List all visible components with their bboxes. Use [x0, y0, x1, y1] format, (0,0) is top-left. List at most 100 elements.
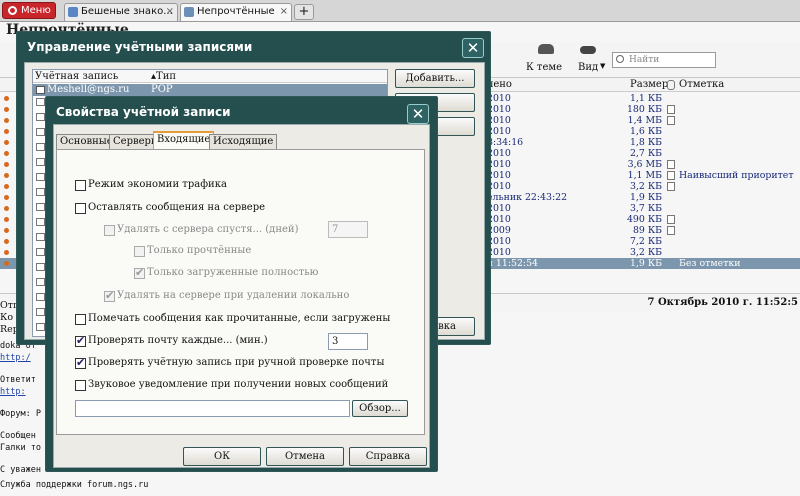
envelope-icon	[36, 248, 45, 256]
delete-after-checkbox[interactable]	[104, 225, 115, 236]
only-full-label: Только загруженные полностью	[147, 267, 319, 278]
attachment-icon	[667, 182, 675, 191]
account-email: Meshell@ngs.ru	[47, 84, 130, 95]
envelope-icon	[36, 218, 45, 226]
attachment-column-icon	[667, 80, 675, 90]
close-icon[interactable]: ✕	[462, 38, 484, 58]
preview-link[interactable]: http:/	[0, 353, 31, 363]
message-size: 1,9 КБ	[629, 192, 662, 203]
add-account-button[interactable]: Добавить...	[395, 69, 475, 88]
leave-on-server-label: Оставлять сообщения на сервере	[88, 202, 266, 213]
message-date: я 11:52:54	[487, 258, 538, 269]
opera-logo-icon	[8, 6, 17, 15]
unread-dot-icon	[4, 173, 9, 178]
preview-line: Ответит	[0, 375, 36, 385]
menu-label: Меню	[21, 5, 51, 16]
check-manual-checkbox[interactable]	[75, 356, 86, 369]
unread-dot-icon	[4, 107, 9, 112]
economy-checkbox[interactable]	[75, 180, 86, 191]
cancel-button[interactable]: Отмена	[266, 447, 344, 466]
envelope-icon	[36, 158, 45, 166]
close-tab-icon[interactable]: ×	[166, 4, 174, 20]
view-button[interactable]: Вид	[578, 62, 598, 73]
message-size: 490 КБ	[626, 214, 662, 225]
message-flag[interactable]: Наивысший приоритет	[679, 170, 794, 181]
envelope-icon	[36, 188, 45, 196]
unread-dot-icon	[4, 206, 9, 211]
attachment-icon	[667, 215, 675, 224]
unread-dot-icon	[4, 162, 9, 167]
thread-button[interactable]: К теме	[526, 62, 562, 73]
ok-button[interactable]: ОК	[183, 447, 261, 466]
leave-on-server-checkbox[interactable]	[75, 203, 86, 214]
page-icon	[68, 7, 78, 17]
envelope-icon	[36, 308, 45, 316]
tab-general[interactable]: Основные	[56, 134, 117, 149]
thread-icon	[538, 44, 554, 54]
tab-crazy-acquaintances[interactable]: Бешеные знако... ×	[64, 3, 178, 21]
size-column-header[interactable]: Размер	[630, 79, 668, 90]
unread-dot-icon	[4, 118, 9, 123]
search-icon	[616, 55, 624, 63]
envelope-icon	[36, 203, 45, 211]
envelope-icon	[36, 278, 45, 286]
check-every-checkbox[interactable]	[75, 334, 86, 347]
message-size: 3,6 МБ	[627, 159, 662, 170]
browse-button[interactable]: Обзор...	[352, 400, 408, 417]
check-minutes-field[interactable]: 3	[328, 333, 368, 350]
envelope-icon	[36, 113, 45, 121]
close-tab-icon[interactable]: ×	[280, 4, 288, 20]
tab-unread[interactable]: Непрочтённые ×	[180, 3, 292, 21]
envelope-icon	[36, 233, 45, 241]
sound-file-field[interactable]	[75, 400, 350, 417]
tab-incoming[interactable]: Входящие	[153, 131, 215, 150]
attachment-icon	[667, 160, 675, 169]
envelope-icon	[36, 98, 45, 106]
delete-local-checkbox[interactable]	[104, 289, 115, 302]
envelope-icon	[36, 263, 45, 271]
new-tab-button[interactable]: +	[294, 4, 314, 20]
message-flag[interactable]: Без отметки	[679, 258, 741, 269]
properties-dialog-title: Свойства учётной записи	[56, 105, 231, 119]
preview-signature: Служба поддержки forum.ngs.ru	[0, 480, 149, 490]
attachment-icon	[667, 116, 675, 125]
tab-outgoing[interactable]: Исходящие	[209, 134, 278, 149]
only-read-label: Только прочтённые	[147, 245, 252, 256]
delete-days-field[interactable]: 7	[328, 221, 368, 238]
message-size: 3,2 КБ	[629, 247, 662, 258]
close-icon[interactable]: ✕	[407, 104, 429, 124]
view-icon	[580, 46, 596, 54]
sound-checkbox[interactable]	[75, 380, 86, 391]
unread-dot-icon	[4, 239, 9, 244]
attachment-icon	[667, 226, 675, 235]
flag-column-header[interactable]: Отметка	[679, 79, 724, 90]
search-input[interactable]: Найти	[612, 52, 716, 68]
preview-link[interactable]: http:	[0, 387, 26, 397]
preview-line: С уважен	[0, 465, 41, 475]
sound-label: Звуковое уведомление при получении новых…	[88, 379, 389, 390]
unread-dot-icon	[4, 129, 9, 134]
menu-button[interactable]: Меню	[2, 2, 56, 19]
unread-dot-icon	[4, 184, 9, 189]
envelope-icon	[36, 173, 45, 181]
delete-after-label: Удалять с сервера спустя... (дней)	[117, 224, 299, 235]
unread-dot-icon	[4, 250, 9, 255]
only-read-checkbox[interactable]	[134, 246, 145, 257]
message-size: 180 КБ	[626, 104, 662, 115]
only-full-checkbox[interactable]	[134, 266, 145, 279]
help-button[interactable]: Справка	[349, 447, 427, 466]
message-size: 1,4 МБ	[627, 115, 662, 126]
chevron-down-icon[interactable]: ▼	[600, 62, 605, 70]
delete-local-label: Удалять на сервере при удалении локально	[117, 290, 350, 301]
preview-line: Форум: Р	[0, 409, 41, 419]
account-column-header[interactable]: Учётная запись	[35, 71, 118, 82]
type-column-header[interactable]: ▴Тип	[151, 71, 176, 82]
envelope-icon	[36, 128, 45, 136]
envelope-icon	[36, 293, 45, 301]
message-date: ельник 22:43:22	[487, 192, 568, 203]
message-size: 89 КБ	[632, 225, 662, 236]
message-size: 1,1 КБ	[629, 93, 662, 104]
check-every-label: Проверять почту каждые... (мин.)	[88, 335, 268, 346]
mark-read-checkbox[interactable]	[75, 314, 86, 325]
economy-label: Режим экономии трафика	[88, 179, 227, 190]
